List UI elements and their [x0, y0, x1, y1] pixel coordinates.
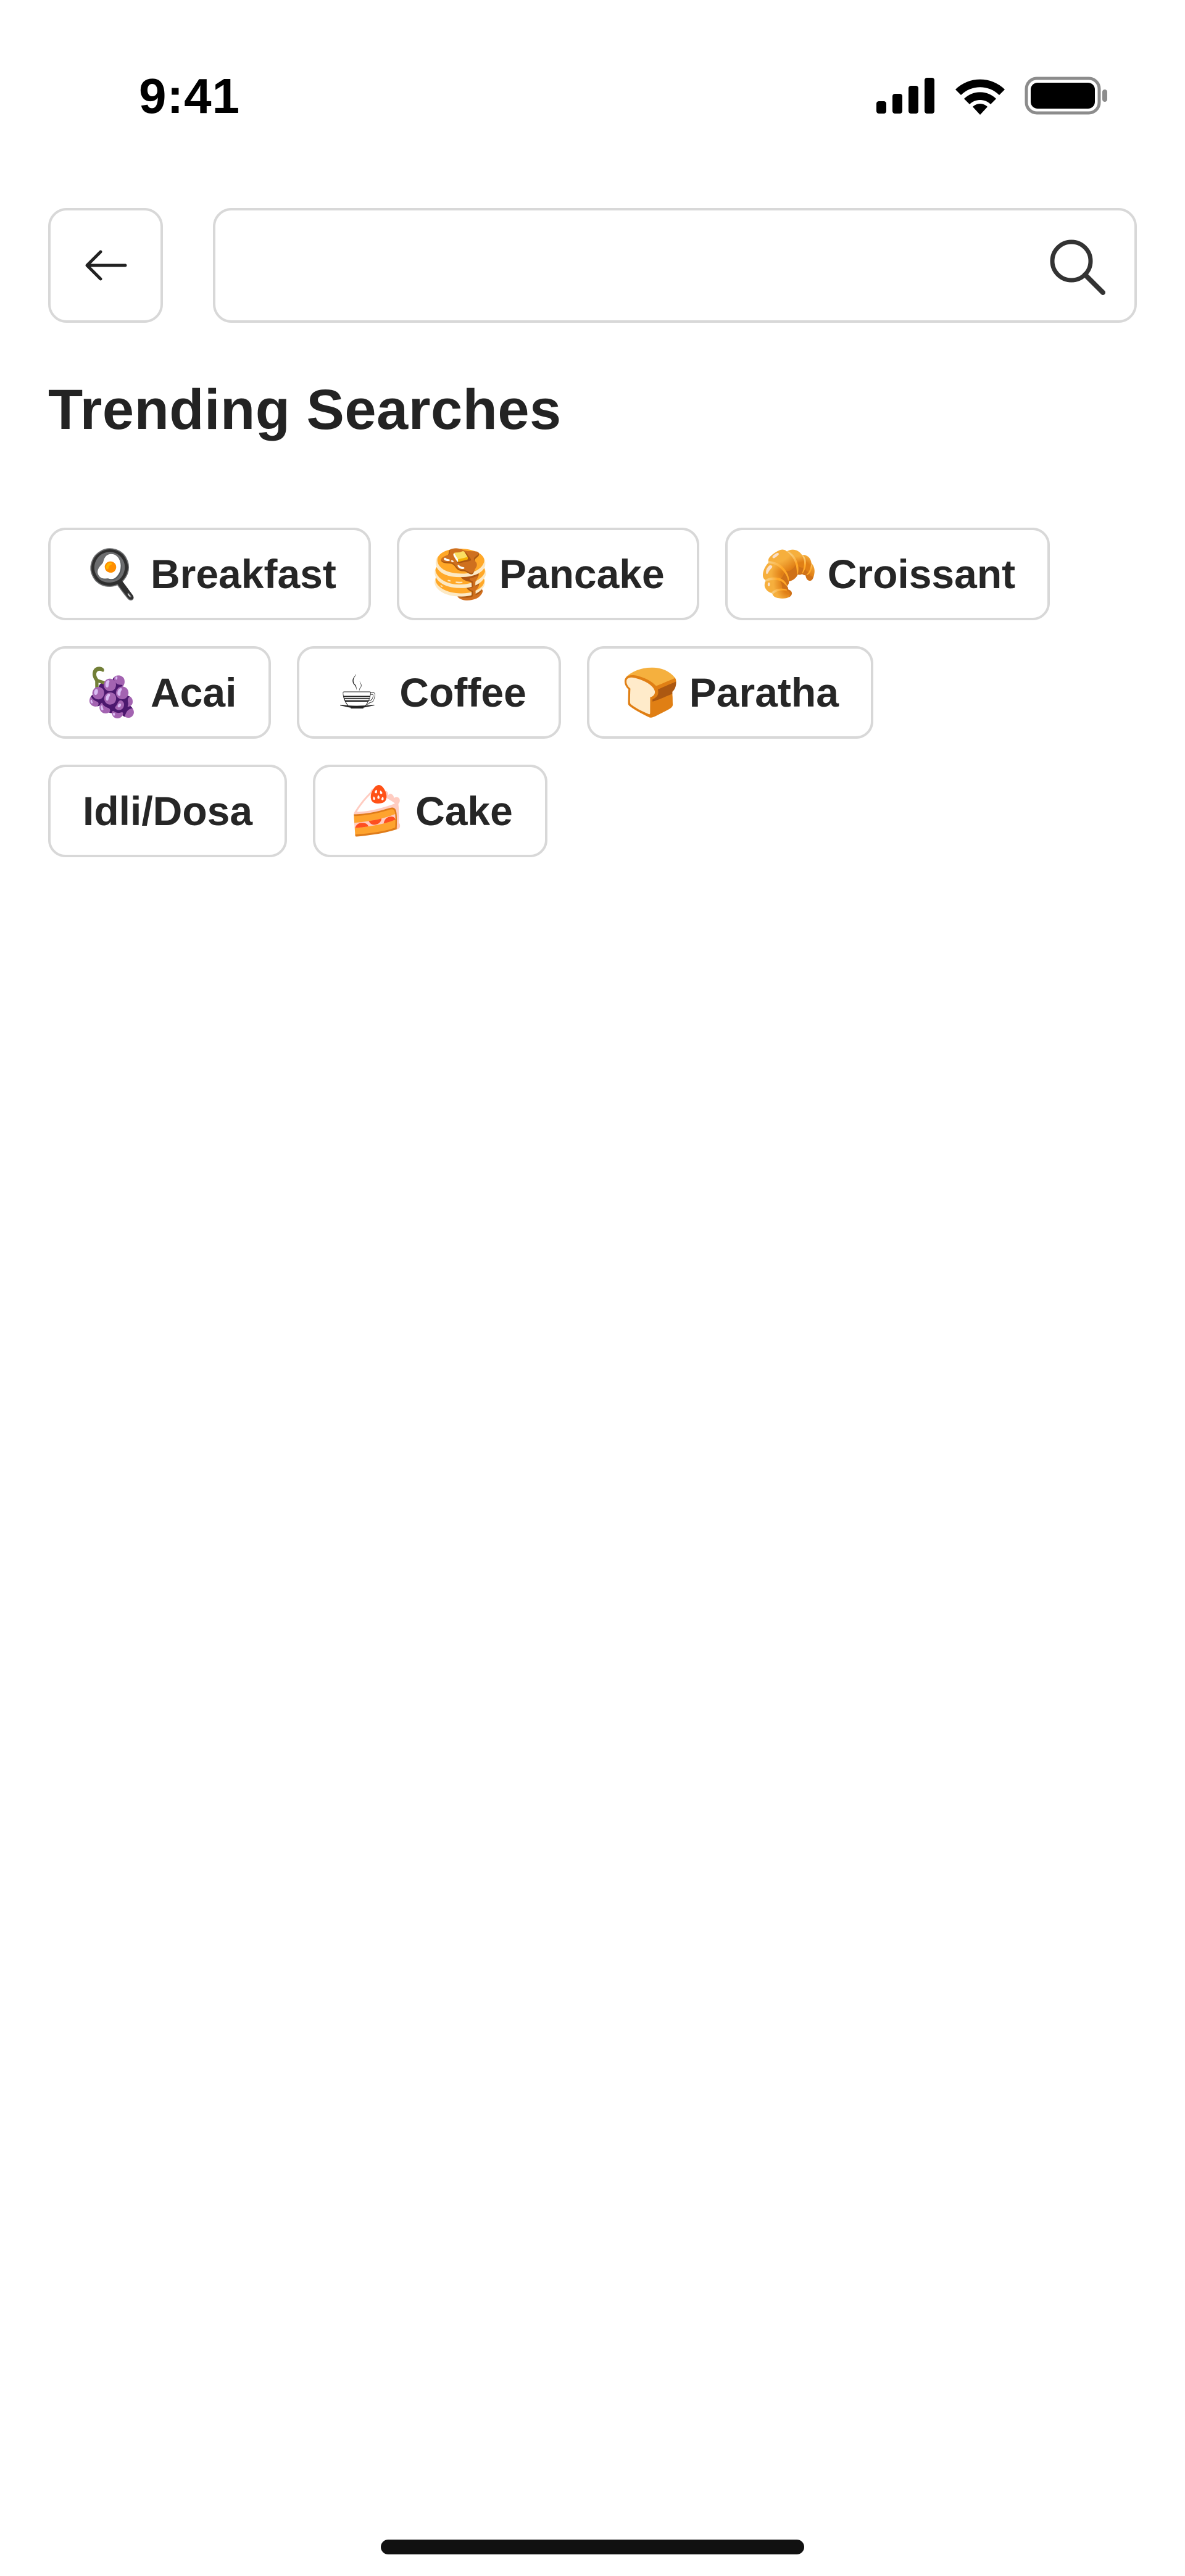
chip-pancake[interactable]: 🥞 Pancake — [396, 528, 699, 620]
grapes-icon: 🍇 — [83, 665, 141, 720]
coffee-cup-icon: ☕ — [336, 665, 379, 720]
chip-label: Acai — [151, 670, 237, 715]
chip-label: Idli/Dosa — [83, 788, 253, 834]
chip-croissant[interactable]: 🥐 Croissant — [725, 528, 1050, 620]
chip-label: Pancake — [499, 551, 665, 597]
status-time: 9:41 — [139, 69, 241, 123]
chip-label: Croissant — [827, 551, 1016, 597]
chip-label: Cake — [415, 788, 513, 834]
fried-egg-icon: 🍳 — [83, 546, 141, 601]
chip-coffee[interactable]: ☕ Coffee — [297, 646, 561, 739]
chip-cake[interactable]: 🍰 Cake — [313, 765, 547, 857]
arrow-left-icon — [85, 250, 127, 281]
home-indicator[interactable] — [381, 2540, 804, 2554]
chip-row: Idli/Dosa 🍰 Cake — [48, 765, 1147, 857]
chip-acai[interactable]: 🍇 Acai — [48, 646, 272, 739]
cake-slice-icon: 🍰 — [347, 783, 406, 838]
back-button[interactable] — [48, 208, 163, 323]
chip-row: 🍇 Acai ☕ Coffee 🍞 Paratha — [48, 646, 1147, 739]
bread-icon: 🍞 — [621, 665, 680, 720]
status-bar: 9:41 — [0, 0, 1185, 185]
cellular-signal-icon — [876, 78, 934, 114]
chip-label: Paratha — [689, 670, 839, 715]
search-input[interactable] — [240, 210, 1030, 320]
search-icon[interactable] — [1046, 235, 1107, 297]
chip-row: 🍳 Breakfast 🥞 Pancake 🥐 Croissant — [48, 528, 1147, 620]
croissant-icon: 🥐 — [759, 546, 818, 601]
chip-breakfast[interactable]: 🍳 Breakfast — [48, 528, 371, 620]
wifi-icon — [955, 79, 1005, 115]
pancakes-icon: 🥞 — [431, 546, 490, 601]
trending-title: Trending Searches — [48, 378, 562, 441]
trending-chip-list: 🍳 Breakfast 🥞 Pancake 🥐 Croissant 🍇 Acai… — [48, 528, 1147, 883]
chip-idli-dosa[interactable]: Idli/Dosa — [48, 765, 288, 857]
status-icons — [876, 74, 1108, 117]
battery-icon — [1025, 77, 1107, 115]
chip-label: Breakfast — [151, 551, 336, 597]
search-box[interactable] — [213, 208, 1137, 323]
chip-paratha[interactable]: 🍞 Paratha — [586, 646, 873, 739]
chip-label: Coffee — [399, 670, 526, 715]
